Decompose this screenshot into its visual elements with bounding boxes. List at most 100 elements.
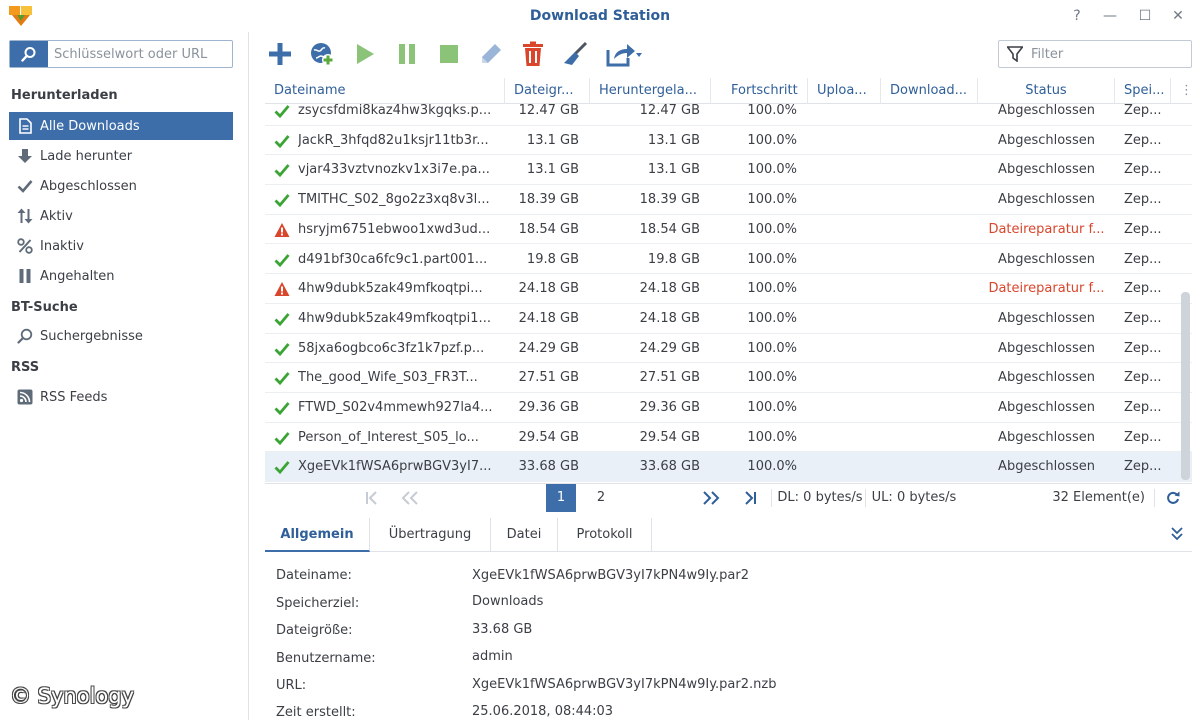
pause-icon — [17, 268, 33, 284]
table-row[interactable]: 4hw9dubk5zak49mfkoqtpi... 24.18 GB 24.18 G… — [265, 274, 1192, 304]
column-header-dateiname[interactable]: Dateiname — [265, 78, 505, 104]
cell-status: Dateireparatur f... — [988, 281, 1105, 297]
cell-speicherziel: Zep... — [1124, 251, 1162, 267]
cell-status: Abgeschlossen — [998, 104, 1095, 118]
table-row[interactable]: 4hw9dubk5zak49mfkoqtpi1... 24.18 GB 24.18 … — [265, 304, 1192, 334]
sidebar-item-rss-feeds[interactable]: RSS Feeds — [9, 383, 233, 411]
cell-upload — [808, 185, 878, 214]
cell-fortschritt: 100.0% — [747, 429, 797, 445]
table-row[interactable]: FTWD_S02v4mmewh927la4... 29.36 GB 29.36 GB… — [265, 393, 1192, 423]
sidebar-item-suchergebnisse[interactable]: Suchergebnisse — [9, 322, 233, 350]
sidebar-item-alle-downloads[interactable]: Alle Downloads — [9, 112, 233, 140]
detail-label-url: URL: — [276, 678, 307, 693]
table-row[interactable]: zsycsfdmi8kaz4hw3kgqks.p... 12.47 GB 12.47… — [265, 104, 1192, 126]
cell-fortschritt: 100.0% — [747, 162, 797, 178]
tab-uebertragung[interactable]: Übertragung — [370, 518, 491, 552]
sidebar-item-aktiv[interactable]: Aktiv — [9, 202, 233, 230]
table-row[interactable]: hsryjm6751ebwoo1xwd3ud... 18.54 GB 18.54 G… — [265, 215, 1192, 245]
table-row[interactable]: The_good_Wife_S03_FR3T... 27.51 GB 27.51 G… — [265, 363, 1192, 393]
sidebar-item-angehalten[interactable]: Angehalten — [9, 262, 233, 290]
column-header-fortschritt[interactable]: Fortschritt — [711, 78, 808, 104]
detail-value-benutzername: admin — [472, 649, 513, 664]
sidebar-item-lade-herunter[interactable]: Lade herunter — [9, 142, 233, 170]
table-row[interactable]: TMITHC_S02_8go2z3xq8v3l... 18.39 GB 18.39 … — [265, 185, 1192, 215]
close-button[interactable]: ✕ — [1167, 6, 1189, 26]
table-row[interactable]: vjar433vztvnozkv1x3i7e.pa... 13.1 GB 13.1 … — [265, 155, 1192, 186]
previous-page-button[interactable] — [399, 484, 421, 512]
maximize-button[interactable]: ☐ — [1134, 6, 1156, 26]
detail-value-speicherziel: Downloads — [472, 594, 544, 609]
filter-input[interactable] — [1031, 46, 1186, 63]
table-row[interactable]: Person_of_Interest_S05_lo... 29.54 GB 29.5… — [265, 423, 1192, 453]
tab-datei[interactable]: Datei — [491, 518, 558, 552]
cell-heruntergeladen: 19.8 GB — [647, 251, 700, 267]
edit-button[interactable] — [476, 40, 506, 68]
cell-dateigroesse: 13.1 GB — [526, 132, 579, 148]
percent-icon — [17, 238, 33, 254]
add-url-button[interactable] — [307, 40, 337, 68]
cell-download — [881, 452, 976, 481]
column-header-upload[interactable]: Uploa... — [808, 78, 881, 104]
column-header-status[interactable]: Status — [978, 78, 1115, 104]
refresh-button[interactable] — [1161, 484, 1185, 512]
table-row[interactable]: d491bf30ca6fc9c1.part001... 19.8 GB 19.8 G… — [265, 245, 1192, 275]
table-row[interactable]: 58jxa6ogbco6c3fz1k7pzf.p... 24.29 GB 24.29… — [265, 334, 1192, 364]
search-box — [9, 40, 233, 68]
minimize-button[interactable]: — — [1099, 6, 1121, 26]
next-page-button[interactable] — [699, 484, 723, 512]
detail-value-dateiname: XgeEVk1fWSA6prwBGV3yI7kPN4w9Iy.par2 — [472, 568, 750, 583]
column-header-speicherziel[interactable]: Spei... — [1115, 78, 1171, 104]
search-input[interactable] — [54, 45, 229, 63]
sidebar-item-label: Aktiv — [40, 208, 73, 224]
resume-button[interactable] — [350, 40, 380, 68]
detail-panel: Allgemein Übertragung Datei Protokoll Da… — [265, 518, 1192, 720]
cell-speicherziel: Zep... — [1124, 400, 1162, 415]
cell-download — [881, 126, 976, 155]
column-header-dateigroesse[interactable]: Dateigr... — [505, 78, 590, 104]
cell-upload — [808, 215, 878, 244]
tab-allgemein[interactable]: Allgemein — [265, 518, 370, 552]
column-header-heruntergeladen[interactable]: Heruntergela... — [590, 78, 711, 104]
share-icon — [606, 44, 642, 67]
add-button[interactable] — [265, 40, 295, 68]
cell-status: Abgeschlossen — [998, 251, 1095, 267]
page-1-button[interactable]: 1 — [546, 484, 576, 512]
clear-completed-button[interactable] — [560, 40, 590, 68]
double-chevron-right-icon — [703, 491, 720, 505]
cell-heruntergeladen: 24.29 GB — [639, 340, 700, 356]
sidebar-item-label: Abgeschlossen — [40, 178, 137, 194]
cell-download — [881, 245, 976, 274]
divider — [865, 489, 866, 507]
cell-dateiname: 4hw9dubk5zak49mfkoqtpi... — [298, 281, 483, 297]
pause-button[interactable] — [392, 40, 422, 68]
section-herunterladen: Herunterladen — [11, 88, 118, 103]
section-bt-suche: BT-Suche — [11, 300, 78, 315]
cell-download — [881, 393, 976, 422]
page-2-button[interactable]: 2 — [586, 484, 616, 512]
cell-heruntergeladen: 27.51 GB — [639, 370, 700, 386]
detail-label-zeit-erstellt: Zeit erstellt: — [276, 705, 356, 720]
cell-heruntergeladen: 13.1 GB — [647, 162, 700, 178]
sidebar-item-inaktiv[interactable]: Inaktiv — [9, 232, 233, 260]
last-page-button[interactable] — [739, 484, 761, 512]
grid-scrollbar[interactable] — [1181, 292, 1190, 480]
table-row[interactable]: XgeEVk1fWSA6prwBGV3yI7... 33.68 GB 33.68 G… — [265, 452, 1192, 483]
stop-button[interactable] — [434, 40, 464, 68]
tab-protokoll[interactable]: Protokoll — [558, 518, 652, 552]
search-button[interactable] — [10, 41, 48, 67]
cell-fortschritt: 100.0% — [747, 132, 797, 148]
checkmark-icon — [17, 178, 33, 194]
column-header-download[interactable]: Download... — [881, 78, 978, 104]
delete-button[interactable] — [518, 40, 548, 68]
share-button[interactable] — [604, 40, 644, 68]
column-menu-button[interactable]: ⋮ — [1171, 78, 1192, 104]
sidebar-item-abgeschlossen[interactable]: Abgeschlossen — [9, 172, 233, 200]
cell-dateigroesse: 24.29 GB — [518, 340, 579, 356]
collapse-panel-button[interactable] — [1170, 526, 1188, 544]
cell-speicherziel: Zep... — [1124, 459, 1162, 475]
cell-dateiname: TMITHC_S02_8go2z3xq8v3l... — [298, 192, 490, 208]
cell-dateigroesse: 24.18 GB — [518, 281, 579, 297]
help-button[interactable]: ? — [1066, 6, 1088, 26]
table-row[interactable]: JackR_3hfqd82u1ksjr11tb3r... 13.1 GB 13.1 … — [265, 126, 1192, 156]
first-page-button[interactable] — [361, 484, 383, 512]
